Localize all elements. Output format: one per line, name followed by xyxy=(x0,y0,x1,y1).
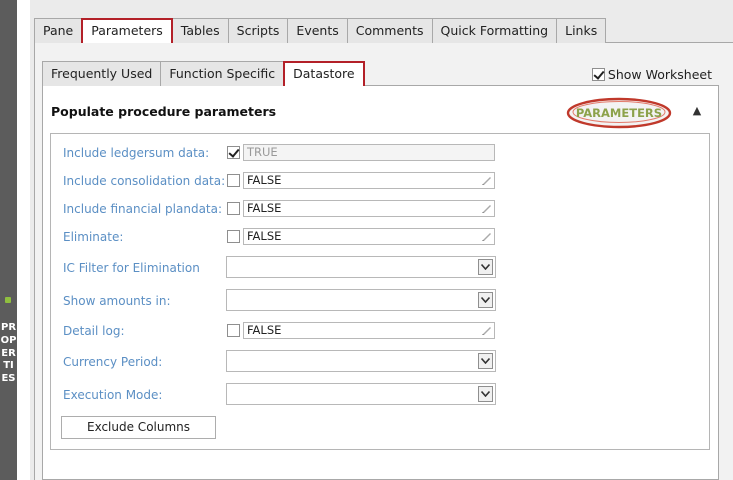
consolidation-value: FALSE xyxy=(247,173,282,187)
detail-log-value: FALSE xyxy=(247,323,282,337)
financial-plandata-checkbox[interactable] xyxy=(227,202,240,215)
tab-tables[interactable]: Tables xyxy=(171,18,229,43)
tab-events[interactable]: Events xyxy=(287,18,348,43)
field-label-execution-mode: Execution Mode: xyxy=(63,388,163,402)
top-tab-strip: Pane Parameters Tables Scripts Events Co… xyxy=(34,18,607,43)
financial-plandata-value-field[interactable]: FALSE xyxy=(243,200,495,217)
subtab-datastore[interactable]: Datastore xyxy=(283,61,365,86)
tab-parameters[interactable]: Parameters xyxy=(81,18,173,43)
chevron-up-icon[interactable]: ▲ xyxy=(690,104,704,118)
properties-side-strip[interactable]: PROPERTIES xyxy=(0,0,17,480)
tab-comments[interactable]: Comments xyxy=(346,18,433,43)
detail-log-value-field[interactable]: FALSE xyxy=(243,322,495,339)
pencil-icon[interactable] xyxy=(482,326,492,335)
pencil-icon[interactable] xyxy=(482,176,492,185)
tab-quick-formatting[interactable]: Quick Formatting xyxy=(431,18,558,43)
field-label-eliminate: Eliminate: xyxy=(63,230,124,244)
consolidation-value-field[interactable]: FALSE xyxy=(243,172,495,189)
tab-scripts[interactable]: Scripts xyxy=(227,18,289,43)
chevron-down-icon[interactable] xyxy=(478,353,493,369)
properties-panel: Pane Parameters Tables Scripts Events Co… xyxy=(30,0,733,480)
tab-pane[interactable]: Pane xyxy=(34,18,83,43)
show-worksheet-label: Show Worksheet xyxy=(607,67,712,82)
sub-tab-strip: Frequently Used Function Specific Datast… xyxy=(42,61,365,86)
section-title: Populate procedure parameters xyxy=(51,104,277,119)
eliminate-checkbox[interactable] xyxy=(227,230,240,243)
ledgersum-value-field: TRUE xyxy=(243,144,495,161)
field-label-ic-filter: IC Filter for Elimination xyxy=(63,261,200,275)
consolidation-checkbox[interactable] xyxy=(227,174,240,187)
parameters-logo-text: PARAMETERS xyxy=(576,106,662,120)
pencil-icon[interactable] xyxy=(482,204,492,213)
pencil-icon[interactable] xyxy=(482,232,492,241)
show-amounts-select[interactable] xyxy=(226,289,496,311)
gap xyxy=(17,0,30,480)
field-label-consolidation: Include consolidation data: xyxy=(63,174,226,188)
chevron-down-icon[interactable] xyxy=(478,259,493,275)
properties-vertical-label: PROPERTIES xyxy=(0,322,17,385)
detail-log-checkbox[interactable] xyxy=(227,324,240,337)
chevron-down-icon[interactable] xyxy=(478,386,493,402)
chevron-down-icon[interactable] xyxy=(478,292,493,308)
field-label-currency-period: Currency Period: xyxy=(63,355,163,369)
subtab-function-specific[interactable]: Function Specific xyxy=(160,61,285,86)
show-worksheet-toggle[interactable]: Show Worksheet xyxy=(591,67,712,82)
field-label-show-amounts: Show amounts in: xyxy=(63,294,171,308)
eliminate-value: FALSE xyxy=(247,229,282,243)
eliminate-value-field[interactable]: FALSE xyxy=(243,228,495,245)
exclude-columns-button[interactable]: Exclude Columns xyxy=(61,416,216,439)
field-label-financial-plandata: Include financial plandata: xyxy=(63,202,223,216)
subtab-frequently-used[interactable]: Frequently Used xyxy=(42,61,162,86)
ledgersum-checkbox[interactable] xyxy=(227,146,240,159)
execution-mode-select[interactable] xyxy=(226,383,496,405)
field-label-ledgersum: Include ledgersum data: xyxy=(63,146,210,160)
parameters-logo: PARAMETERS xyxy=(566,97,672,129)
financial-plandata-value: FALSE xyxy=(247,201,282,215)
currency-period-select[interactable] xyxy=(226,350,496,372)
ic-filter-select[interactable] xyxy=(226,256,496,278)
show-worksheet-checkbox[interactable] xyxy=(591,68,605,81)
status-dot-icon xyxy=(5,297,11,303)
field-label-detail-log: Detail log: xyxy=(63,324,125,338)
tab-links[interactable]: Links xyxy=(556,18,607,43)
